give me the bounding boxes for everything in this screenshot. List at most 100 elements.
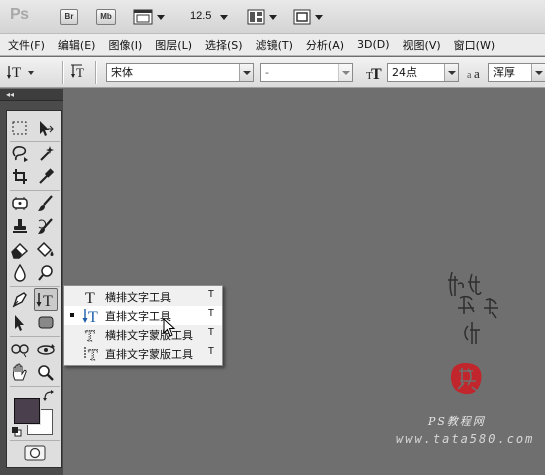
menu-window[interactable]: 窗口(W) <box>454 37 495 53</box>
clone-stamp-tool-icon[interactable] <box>9 216 31 237</box>
screen-mode-icon[interactable] <box>293 9 311 28</box>
flyout-item-horizontal-type[interactable]: T 横排文字工具 T <box>64 287 222 307</box>
3d-orbit-tool-icon[interactable] <box>35 339 57 360</box>
font-size-icon: T T <box>366 64 384 84</box>
font-family-select[interactable]: 宋体 <box>106 63 254 82</box>
anti-aliasing-select[interactable]: 浑厚 <box>488 63 545 82</box>
watermark-site: www.tata580.com <box>396 432 535 446</box>
foreground-color-swatch[interactable] <box>14 398 40 424</box>
swap-colors-icon[interactable] <box>43 390 55 405</box>
chevron-down-icon[interactable] <box>220 15 228 20</box>
watermark-label: PS教程网 <box>428 415 486 428</box>
dodge-tool-icon[interactable] <box>35 262 57 283</box>
svg-text:T: T <box>76 65 84 80</box>
flyout-item-vertical-type-mask[interactable]: T 直排文字蒙版工具 T <box>64 344 222 364</box>
magic-wand-tool-icon[interactable] <box>35 143 57 164</box>
horizontal-type-mask-icon: T <box>82 326 100 346</box>
arrange-documents-icon[interactable] <box>247 9 265 28</box>
chevron-down-icon[interactable] <box>315 15 323 20</box>
flyout-item-label: 横排文字蒙版工具 <box>105 329 193 342</box>
mouse-cursor-icon <box>163 317 177 341</box>
chevron-down-icon[interactable] <box>239 64 253 81</box>
menu-layer[interactable]: 图层(L) <box>155 37 192 53</box>
flyout-item-label: 横排文字工具 <box>105 291 171 304</box>
tools-column: T <box>6 110 62 468</box>
menu-3d[interactable]: 3D(D) <box>357 38 390 51</box>
font-style-select[interactable]: - <box>260 63 353 82</box>
menu-image[interactable]: 图像(I) <box>108 37 142 53</box>
divider <box>10 440 60 441</box>
eyedropper-tool-icon[interactable] <box>35 166 57 187</box>
svg-text:a: a <box>474 66 480 81</box>
text-orientation-toggle-icon[interactable]: T <box>70 63 88 84</box>
menu-select[interactable]: 选择(S) <box>205 37 243 53</box>
history-brush-tool-icon[interactable] <box>35 216 57 237</box>
menu-filter[interactable]: 滤镜(T) <box>256 37 293 53</box>
hand-tool-icon[interactable] <box>9 362 31 383</box>
divider <box>10 336 60 337</box>
anti-aliasing-value: 浑厚 <box>493 66 515 79</box>
chevron-down-icon[interactable] <box>269 15 277 20</box>
svg-text:T: T <box>43 293 53 310</box>
menu-analysis[interactable]: 分析(A) <box>306 37 344 53</box>
tools-panel-header[interactable]: ◂◂ <box>0 89 63 101</box>
vertical-type-preset-icon[interactable]: T <box>6 62 36 85</box>
horizontal-type-icon: T <box>82 288 100 307</box>
divider <box>95 61 96 84</box>
blur-tool-icon[interactable] <box>9 262 31 283</box>
mini-bridge-button[interactable]: Mb <box>96 9 116 25</box>
menu-view[interactable]: 视图(V) <box>403 37 441 53</box>
rectangle-tool-icon[interactable] <box>35 312 57 333</box>
application-bar: Ps Br Mb 12.5 <box>0 0 545 34</box>
chevron-down-icon[interactable] <box>444 64 458 81</box>
font-style-value: - <box>265 66 269 79</box>
chevron-down-icon[interactable] <box>531 64 545 81</box>
path-selection-tool-icon[interactable] <box>9 312 31 333</box>
svg-text:T: T <box>88 347 98 362</box>
svg-text:T: T <box>12 65 21 81</box>
svg-text:T: T <box>88 309 98 324</box>
options-bar: T T 宋体 - T T 24点 a a 浑厚 <box>0 57 545 88</box>
flyout-item-label: 直排文字工具 <box>105 310 171 323</box>
flyout-item-vertical-type[interactable]: T 直排文字工具 T <box>64 306 222 326</box>
type-tool-flyout-menu: T 横排文字工具 T T 直排文字工具 T T 横排文字蒙版工具 T T 直排文… <box>63 285 223 366</box>
eraser-tool-icon[interactable] <box>9 239 31 260</box>
zoom-level[interactable]: 12.5 <box>190 10 211 22</box>
vertical-type-tool-icon[interactable]: T <box>34 288 58 311</box>
flyout-item-shortcut: T <box>207 308 214 319</box>
3d-rotate-tool-icon[interactable] <box>9 339 31 360</box>
divider <box>62 61 63 84</box>
watermark-seal <box>448 359 486 397</box>
collapse-panel-icon[interactable]: ◂◂ <box>6 89 14 100</box>
spot-healing-brush-tool-icon[interactable] <box>9 193 31 214</box>
menu-edit[interactable]: 编辑(E) <box>58 37 96 53</box>
font-size-value: 24点 <box>392 66 417 79</box>
anti-aliasing-icon: a a <box>467 65 485 84</box>
menu-bar: 文件(F) 编辑(E) 图像(I) 图层(L) 选择(S) 滤镜(T) 分析(A… <box>0 34 545 56</box>
tools-panel: T <box>0 101 63 475</box>
default-colors-icon[interactable] <box>11 426 22 440</box>
view-extras-icon[interactable] <box>133 9 153 28</box>
divider <box>10 190 60 191</box>
crop-tool-icon[interactable] <box>9 166 31 187</box>
flyout-item-shortcut: T <box>207 327 214 338</box>
bridge-button[interactable]: Br <box>60 9 78 25</box>
paint-bucket-tool-icon[interactable] <box>35 239 57 260</box>
lasso-tool-icon[interactable] <box>9 143 31 164</box>
brush-tool-icon[interactable] <box>35 193 57 214</box>
divider <box>10 386 60 387</box>
zoom-tool-icon[interactable] <box>35 362 57 383</box>
chevron-down-icon[interactable] <box>157 15 165 20</box>
divider <box>10 286 60 287</box>
font-size-select[interactable]: 24点 <box>387 63 459 82</box>
svg-text:T: T <box>85 290 95 305</box>
move-tool-icon[interactable] <box>35 118 57 139</box>
divider <box>10 141 60 142</box>
menu-file[interactable]: 文件(F) <box>8 37 45 53</box>
rectangular-marquee-tool-icon[interactable] <box>9 118 31 139</box>
vertical-type-icon: T <box>82 307 100 326</box>
pen-tool-icon[interactable] <box>9 289 31 310</box>
chevron-down-icon[interactable] <box>338 64 352 81</box>
flyout-item-horizontal-type-mask[interactable]: T 横排文字蒙版工具 T <box>64 325 222 346</box>
quick-mask-icon[interactable] <box>23 444 47 465</box>
